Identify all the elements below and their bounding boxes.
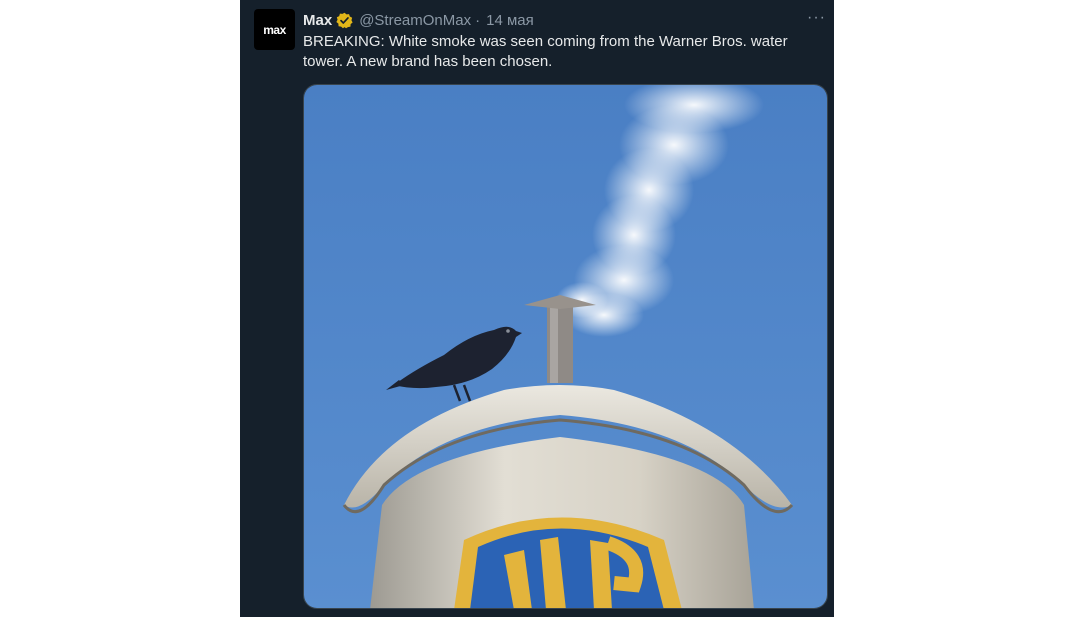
separator-dot: · [475,11,481,29]
tweet-header: Max @StreamOnMax · 14 мая [303,10,534,30]
avatar-logo-text: max [263,22,286,37]
tweet-card[interactable]: max Max @StreamOnMax · 14 мая ··· BREAKI… [240,0,834,617]
tweet-photo[interactable] [303,84,828,609]
timestamp[interactable]: 14 мая [486,12,534,29]
avatar[interactable]: max [254,9,295,50]
tweet-text: BREAKING: White smoke was seen coming fr… [303,33,788,70]
verified-badge-icon [336,12,353,28]
handle[interactable]: @StreamOnMax [359,12,471,29]
display-name[interactable]: Max [303,12,332,29]
water-tower-smoke-photo [304,85,827,608]
more-options-icon[interactable]: ··· [807,9,826,27]
